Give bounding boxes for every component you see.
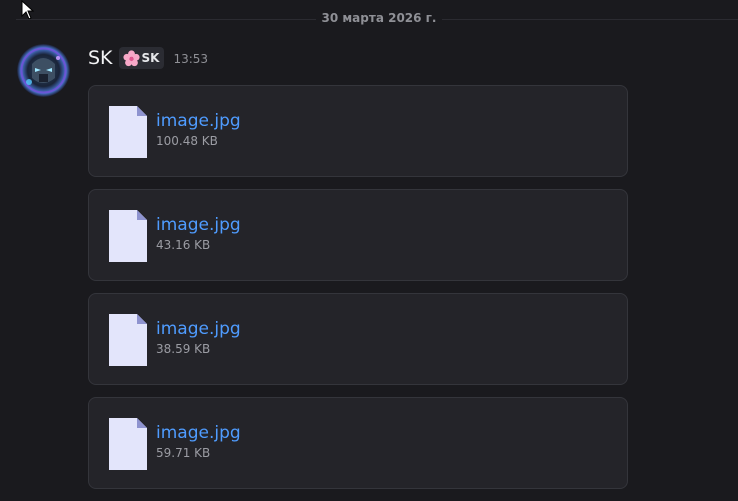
file-name-link[interactable]: image.jpg: [156, 215, 241, 235]
attachment-list: image.jpg 100.48 KB image.jpg 43.16 KB i…: [88, 85, 628, 501]
message-header: SK SK 13:53: [88, 45, 208, 71]
date-label: 30 марта 2026 г.: [321, 11, 437, 25]
divider-line: [442, 19, 738, 20]
server-tag-label: SK: [141, 51, 160, 65]
file-attachment: image.jpg 43.16 KB: [88, 189, 628, 281]
file-attachment: image.jpg 59.71 KB: [88, 397, 628, 489]
file-icon: [109, 210, 147, 262]
username[interactable]: SK: [88, 47, 113, 69]
server-tag-badge[interactable]: SK: [118, 47, 165, 69]
file-size: 59.71 KB: [156, 446, 211, 460]
file-name-link[interactable]: image.jpg: [156, 111, 241, 131]
date-divider: 30 марта 2026 г.: [0, 8, 738, 32]
file-size: 38.59 KB: [156, 342, 211, 356]
file-name-link[interactable]: image.jpg: [156, 319, 241, 339]
file-attachment: image.jpg 38.59 KB: [88, 293, 628, 385]
file-icon: [109, 106, 147, 158]
message-timestamp[interactable]: 13:53: [173, 52, 208, 66]
file-icon: [109, 418, 147, 470]
file-attachment: image.jpg 100.48 KB: [88, 85, 628, 177]
file-size: 43.16 KB: [156, 238, 211, 252]
divider-line: [16, 19, 316, 20]
cherry-blossom-icon: [122, 49, 140, 66]
file-size: 100.48 KB: [156, 134, 218, 148]
file-name-link[interactable]: image.jpg: [156, 423, 241, 443]
avatar[interactable]: [17, 44, 70, 97]
file-icon: [109, 314, 147, 366]
avatar-image: [17, 44, 70, 97]
